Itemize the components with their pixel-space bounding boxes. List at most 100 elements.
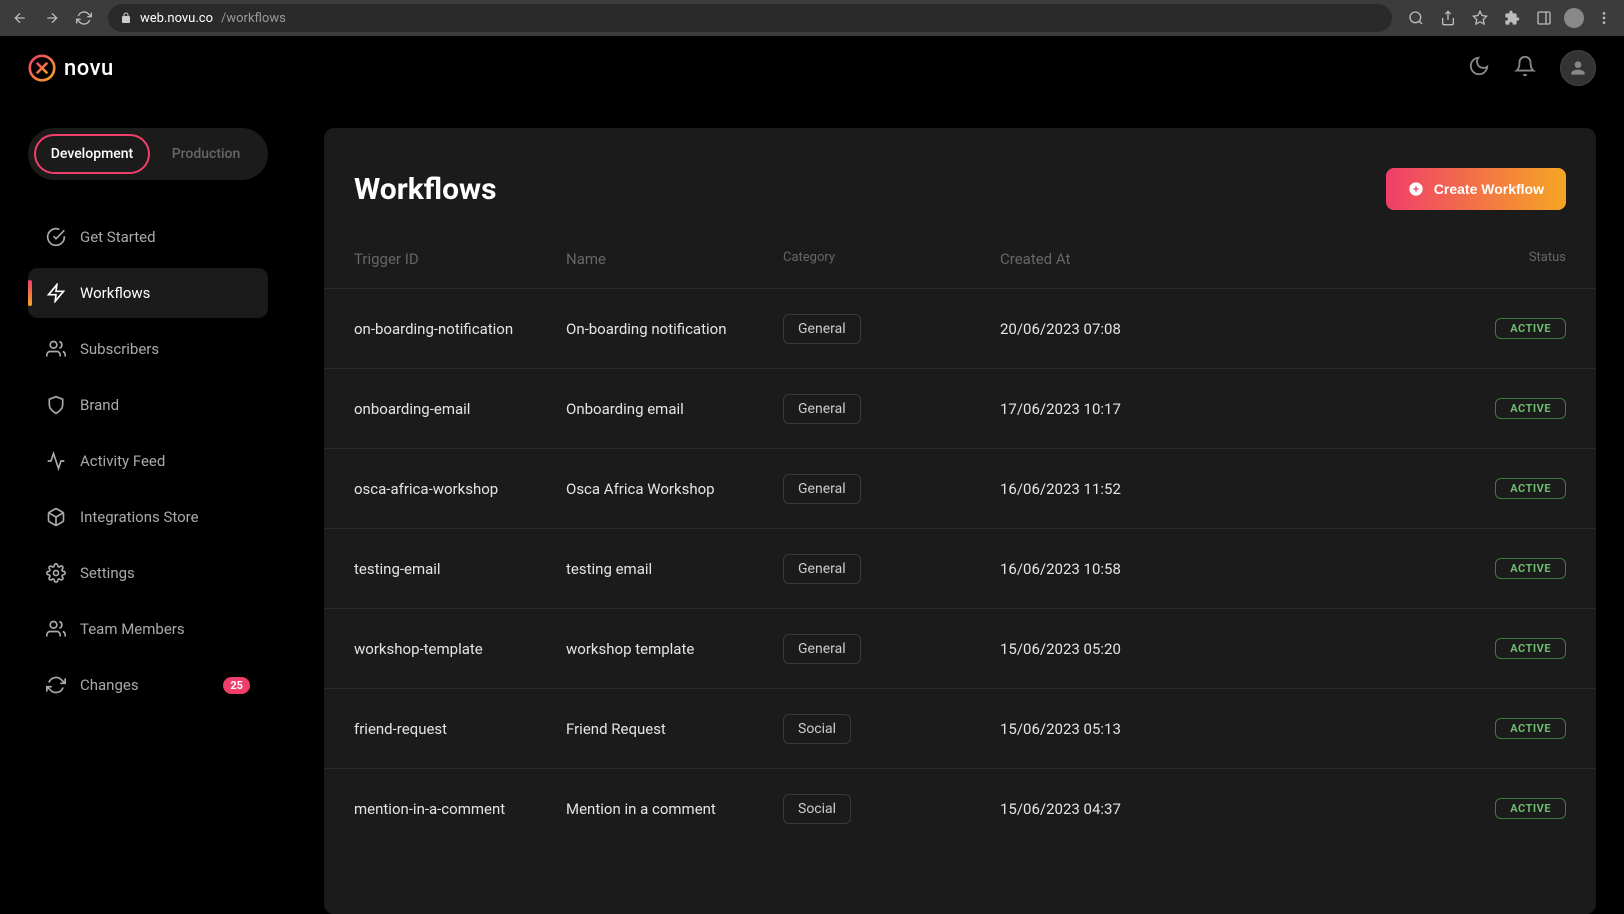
cell-status: ACTIVE — [1217, 798, 1566, 819]
table-row[interactable]: mention-in-a-comment Mention in a commen… — [324, 768, 1596, 848]
table-row[interactable]: onboarding-email Onboarding email Genera… — [324, 368, 1596, 448]
sidebar-item-brand[interactable]: Brand — [28, 380, 268, 430]
cell-created: 17/06/2023 10:17 — [1000, 400, 1217, 418]
browser-menu-icon[interactable] — [1592, 6, 1616, 30]
cell-trigger: testing-email — [354, 560, 566, 578]
sidebar: Development Production Get Started Workf… — [0, 100, 296, 914]
browser-star-icon[interactable] — [1468, 6, 1492, 30]
status-badge: ACTIVE — [1495, 798, 1566, 819]
page-title: Workflows — [354, 172, 497, 207]
env-tab-production[interactable]: Production — [150, 134, 262, 174]
table-row[interactable]: testing-email testing email General 16/0… — [324, 528, 1596, 608]
browser-extensions-icon[interactable] — [1500, 6, 1524, 30]
sidebar-item-activity-feed[interactable]: Activity Feed — [28, 436, 268, 486]
cell-trigger: mention-in-a-comment — [354, 800, 566, 818]
cell-status: ACTIVE — [1217, 718, 1566, 739]
status-badge: ACTIVE — [1495, 558, 1566, 579]
theme-toggle-icon[interactable] — [1468, 55, 1490, 81]
table-header: Trigger ID Name Category Created At Stat… — [324, 230, 1596, 288]
url-bar[interactable]: web.novu.co/workflows — [108, 4, 1392, 32]
url-domain: web.novu.co — [140, 11, 213, 26]
plus-circle-icon — [1408, 181, 1424, 197]
app-header: novu — [0, 36, 1624, 100]
browser-profile-avatar[interactable] — [1564, 8, 1584, 28]
sidebar-item-changes[interactable]: Changes 25 — [28, 660, 268, 710]
changes-badge: 25 — [223, 677, 250, 694]
cell-name: Onboarding email — [566, 400, 783, 418]
sidebar-item-label: Workflows — [80, 284, 150, 302]
bolt-icon — [46, 283, 66, 303]
sidebar-item-label: Integrations Store — [80, 508, 199, 526]
sidebar-item-get-started[interactable]: Get Started — [28, 212, 268, 262]
cell-trigger: friend-request — [354, 720, 566, 738]
col-header-status: Status — [1217, 250, 1566, 268]
user-avatar[interactable] — [1560, 50, 1596, 86]
cell-category: General — [783, 554, 1000, 584]
cell-name: Mention in a comment — [566, 800, 783, 818]
browser-back-button[interactable] — [8, 6, 32, 30]
cell-status: ACTIVE — [1217, 398, 1566, 419]
browser-bar: web.novu.co/workflows — [0, 0, 1624, 36]
table-row[interactable]: friend-request Friend Request Social 15/… — [324, 688, 1596, 768]
cell-created: 16/06/2023 10:58 — [1000, 560, 1217, 578]
check-circle-icon — [46, 227, 66, 247]
env-tabs: Development Production — [28, 128, 268, 180]
col-header-trigger: Trigger ID — [354, 250, 566, 268]
cell-name: On-boarding notification — [566, 320, 783, 338]
logo-text: novu — [64, 56, 114, 81]
logo-mark-icon — [28, 54, 56, 82]
status-badge: ACTIVE — [1495, 718, 1566, 739]
sidebar-item-settings[interactable]: Settings — [28, 548, 268, 598]
sidebar-item-workflows[interactable]: Workflows — [28, 268, 268, 318]
cell-trigger: on-boarding-notification — [354, 320, 566, 338]
browser-forward-button[interactable] — [40, 6, 64, 30]
cell-category: General — [783, 634, 1000, 664]
notifications-icon[interactable] — [1514, 55, 1536, 81]
col-header-category: Category — [783, 250, 1000, 268]
table-row[interactable]: workshop-template workshop template Gene… — [324, 608, 1596, 688]
category-chip: General — [783, 634, 861, 664]
category-chip: General — [783, 554, 861, 584]
col-header-created: Created At — [1000, 250, 1217, 268]
cell-created: 15/06/2023 05:13 — [1000, 720, 1217, 738]
browser-share-icon[interactable] — [1436, 6, 1460, 30]
sidebar-item-team-members[interactable]: Team Members — [28, 604, 268, 654]
url-path: /workflows — [221, 11, 286, 26]
sidebar-item-label: Get Started — [80, 228, 156, 246]
col-header-name: Name — [566, 250, 783, 268]
cell-status: ACTIVE — [1217, 478, 1566, 499]
browser-reload-button[interactable] — [72, 6, 96, 30]
shield-icon — [46, 395, 66, 415]
sidebar-item-label: Activity Feed — [80, 452, 165, 470]
browser-zoom-icon[interactable] — [1404, 6, 1428, 30]
logo[interactable]: novu — [28, 54, 114, 82]
sidebar-item-label: Brand — [80, 396, 119, 414]
team-icon — [46, 619, 66, 639]
category-chip: Social — [783, 714, 851, 744]
env-tab-development[interactable]: Development — [34, 134, 150, 174]
create-workflow-button[interactable]: Create Workflow — [1386, 168, 1566, 210]
sidebar-item-label: Subscribers — [80, 340, 159, 358]
cell-trigger: onboarding-email — [354, 400, 566, 418]
sidebar-item-subscribers[interactable]: Subscribers — [28, 324, 268, 374]
cell-status: ACTIVE — [1217, 318, 1566, 339]
table-row[interactable]: osca-africa-workshop Osca Africa Worksho… — [324, 448, 1596, 528]
category-chip: Social — [783, 794, 851, 824]
activity-icon — [46, 451, 66, 471]
table-row[interactable]: on-boarding-notification On-boarding not… — [324, 288, 1596, 368]
create-workflow-label: Create Workflow — [1434, 181, 1544, 197]
cell-name: Friend Request — [566, 720, 783, 738]
users-icon — [46, 339, 66, 359]
browser-panel-icon[interactable] — [1532, 6, 1556, 30]
category-chip: General — [783, 394, 861, 424]
cell-trigger: workshop-template — [354, 640, 566, 658]
cell-name: testing email — [566, 560, 783, 578]
cell-category: Social — [783, 714, 1000, 744]
sidebar-item-label: Changes — [80, 676, 139, 694]
status-badge: ACTIVE — [1495, 398, 1566, 419]
cell-name: Osca Africa Workshop — [566, 480, 783, 498]
sidebar-item-integrations-store[interactable]: Integrations Store — [28, 492, 268, 542]
cell-category: General — [783, 394, 1000, 424]
cell-created: 20/06/2023 07:08 — [1000, 320, 1217, 338]
status-badge: ACTIVE — [1495, 478, 1566, 499]
